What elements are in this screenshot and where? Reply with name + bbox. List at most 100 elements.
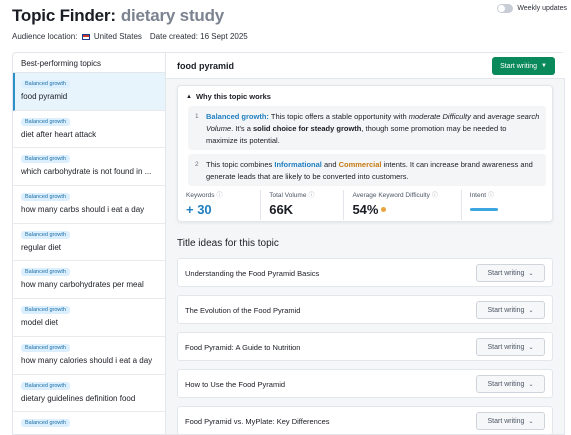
title-idea-label: The Evolution of the Food Pyramid <box>185 306 301 315</box>
intent-bar <box>469 208 498 211</box>
growth-badge: Balanced growth <box>21 193 70 202</box>
weekly-updates-label: Weekly updates <box>517 5 567 12</box>
chevron-down-icon: ⌄ <box>528 418 534 425</box>
chevron-down-icon: ⌄ <box>528 344 534 351</box>
why-heading[interactable]: ▲ Why this topic works <box>186 92 271 101</box>
start-writing-label: Start writing <box>487 306 525 314</box>
topic-item[interactable]: Balanced growth how many calories should… <box>13 337 165 375</box>
topic-label: model diet <box>21 318 58 328</box>
reason-text: . It's a <box>231 124 254 133</box>
topic-label: how many calories should i eat a day <box>21 355 153 365</box>
title-idea-row: Food Pyramid vs. MyPlate: Key Difference… <box>177 406 553 435</box>
info-icon[interactable]: ⓘ <box>488 193 494 199</box>
growth-badge: Balanced growth <box>21 268 70 277</box>
title-idea-label: How to Use the Food Pyramid <box>185 380 286 389</box>
weekly-updates-toggle[interactable] <box>497 4 514 13</box>
reason-number: 2 <box>195 161 199 168</box>
topic-item[interactable]: Balanced growth model diet <box>13 299 165 337</box>
meta-row: Audience location: United States Date cr… <box>12 32 563 41</box>
reason-text: This topic offers a stable opportunity w… <box>268 112 409 121</box>
topic-label: how many carbs should i eat a day <box>21 205 145 215</box>
start-writing-label: Start writing <box>487 343 525 351</box>
growth-badge: Balanced growth <box>21 117 70 126</box>
chevron-down-icon: ▼ <box>541 63 547 69</box>
sidebar-heading: Best-performing topics <box>13 53 165 73</box>
intent-informational: Informational <box>274 160 322 169</box>
info-icon[interactable]: ⓘ <box>217 193 223 199</box>
title-idea-label: Food Pyramid: A Guide to Nutrition <box>185 343 301 352</box>
topic-label: dietary guidelines definition food <box>21 393 136 403</box>
growth-badge: Balanced growth <box>21 306 70 315</box>
growth-badge: Balanced growth <box>21 80 70 88</box>
difficulty-dot-icon <box>381 207 387 212</box>
reason-text: and <box>470 112 488 121</box>
topics-sidebar: Best-performing topics Balanced growth f… <box>12 52 166 435</box>
reason-highlight: Balanced growth: <box>206 112 269 121</box>
title-ideas-heading: Title ideas for this topic <box>177 238 279 249</box>
intent-commercial: Commercial <box>338 160 382 169</box>
topic-item[interactable]: Balanced growth diet after heart attack <box>13 111 165 149</box>
topic-item[interactable]: Balanced growth which carbohydrate is no… <box>13 148 165 187</box>
reason-text: and <box>321 160 339 169</box>
start-writing-button[interactable]: Start writing ⌄ <box>476 301 545 319</box>
title-idea-row: How to Use the Food Pyramid Start writin… <box>177 369 553 398</box>
start-writing-button[interactable]: Start writing ⌄ <box>476 375 545 393</box>
title-idea-row: Food Pyramid: A Guide to Nutrition Start… <box>177 332 553 361</box>
audience-location: Audience location: United States <box>12 32 142 41</box>
weekly-updates-toggle-wrap: Weekly updates <box>497 4 567 13</box>
start-writing-button[interactable]: Start writing ⌄ <box>476 264 545 282</box>
metric-label: Intent <box>469 192 487 199</box>
keywords-value: + 30 <box>186 202 212 217</box>
start-writing-button[interactable]: Start writing ⌄ <box>476 412 545 430</box>
difficulty-value: 54% <box>352 202 379 217</box>
topic-item[interactable]: Balanced growth <box>13 412 165 434</box>
topic-item[interactable]: Balanced growth how many carbohydrates p… <box>13 261 165 300</box>
reason-text: solid choice for steady growth <box>253 124 362 133</box>
growth-badge: Balanced growth <box>21 343 70 352</box>
chevron-down-icon: ⌄ <box>528 307 534 314</box>
start-writing-label: Start writing <box>487 417 525 425</box>
metric-label: Keywords <box>186 192 215 199</box>
us-flag-icon <box>81 33 90 40</box>
difficulty-value-wrap: 54% <box>352 202 454 217</box>
volume-value: 66K <box>269 202 294 217</box>
title-row: Topic Finder: dietary study <box>12 6 563 26</box>
metric-label: Average Keyword Difficulty <box>352 192 430 199</box>
metric-intent: Intent ⓘ <box>460 190 544 220</box>
info-icon[interactable]: ⓘ <box>308 193 314 199</box>
date-created: Date created: 16 Sept 2025 <box>149 32 248 41</box>
metric-difficulty: Average Keyword Difficulty ⓘ 54% <box>343 190 460 220</box>
page-header: Topic Finder: dietary study Audience loc… <box>12 6 563 46</box>
chevron-down-icon: ⌄ <box>528 381 534 388</box>
title-idea-label: Food Pyramid vs. MyPlate: Key Difference… <box>185 417 330 426</box>
topic-item[interactable]: Balanced growth how many carbs should i … <box>13 186 165 224</box>
topic-label: diet after heart attack <box>21 129 97 139</box>
start-writing-label: Start writing <box>487 380 525 388</box>
reason-item-1: 1 Balanced growth: This topic offers a s… <box>188 106 546 150</box>
reason-number: 1 <box>195 113 199 120</box>
title-idea-row: The Evolution of the Food Pyramid Start … <box>177 295 553 324</box>
topic-item-food-pyramid[interactable]: Balanced growth food pyramid <box>13 73 165 111</box>
page-title: Topic Finder: <box>12 6 116 25</box>
topic-title: food pyramid <box>177 61 235 71</box>
topic-item[interactable]: Balanced growth regular diet <box>13 224 165 262</box>
why-heading-label: Why this topic works <box>195 92 271 101</box>
audience-label: Audience location: <box>12 32 78 41</box>
topic-label: which carbohydrate is not found in ... <box>21 167 152 177</box>
chevron-down-icon: ⌄ <box>528 270 534 277</box>
reason-text: This topic combines <box>206 160 275 169</box>
metrics-row: Keywords ⓘ + 30 Total Volume ⓘ 66K Average… <box>186 190 544 220</box>
chevron-up-icon: ▲ <box>186 93 192 100</box>
topic-detail-header: food pyramid Start writing ▼ <box>166 53 565 79</box>
info-icon[interactable]: ⓘ <box>432 193 438 199</box>
start-writing-label: Start writing <box>487 269 525 277</box>
start-writing-button[interactable]: Start writing ⌄ <box>476 338 545 356</box>
topic-item[interactable]: Balanced growth dietary guidelines defin… <box>13 375 165 413</box>
project-name: dietary study <box>120 6 225 25</box>
title-idea-label: Understanding the Food Pyramid Basics <box>185 269 320 278</box>
reason-text: moderate Difficulty <box>408 112 471 121</box>
metric-keywords: Keywords ⓘ + 30 <box>186 190 260 220</box>
start-writing-button[interactable]: Start writing ▼ <box>492 57 555 75</box>
topic-label: food pyramid <box>21 92 68 101</box>
topic-label: how many carbohydrates per meal <box>21 280 144 290</box>
